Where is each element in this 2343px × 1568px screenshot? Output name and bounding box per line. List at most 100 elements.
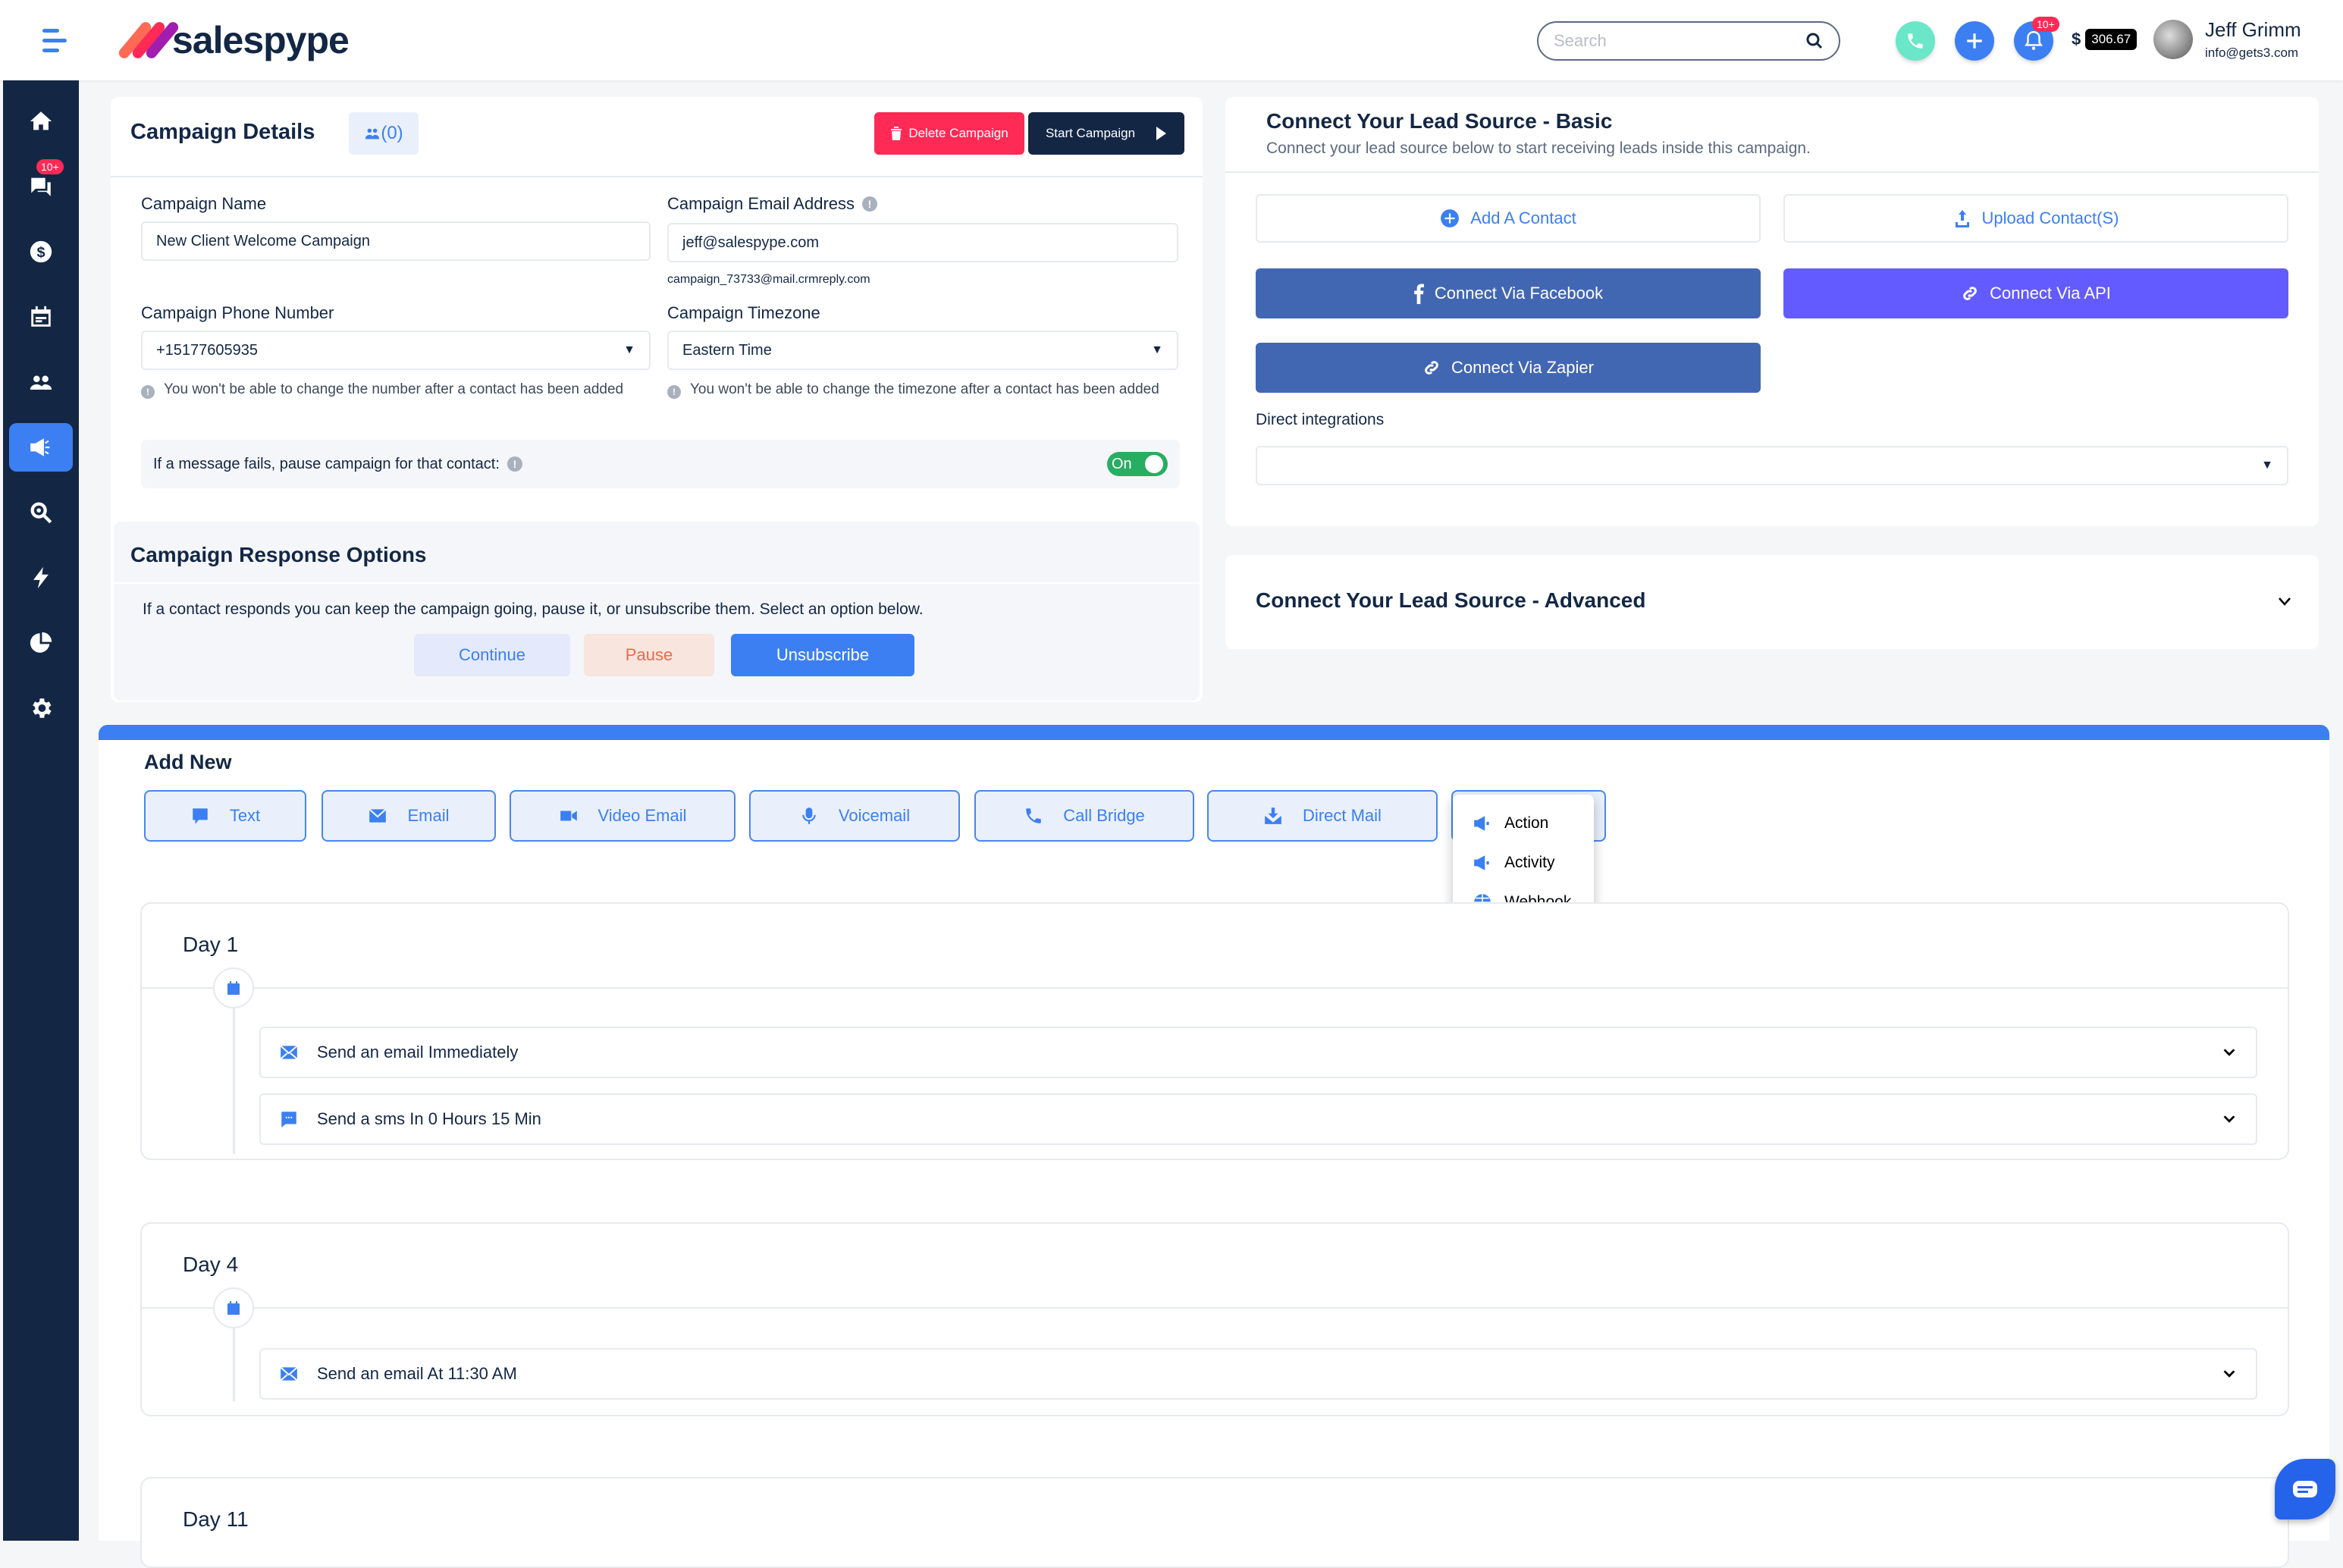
search-zoom-icon <box>30 502 52 524</box>
sms-icon <box>193 808 208 824</box>
toggle-knob <box>1145 455 1163 473</box>
chevron-down-icon[interactable] <box>2221 1366 2238 1382</box>
dropdown-item-action[interactable]: Action <box>1453 804 1594 843</box>
contacts-count-button[interactable]: (0) <box>349 112 419 155</box>
campaign-phone-label: Campaign Phone Number <box>141 303 334 322</box>
start-campaign-button[interactable]: Start Campaign <box>1028 112 1184 155</box>
sidebar-item-calendar[interactable] <box>9 293 73 341</box>
avatar[interactable] <box>2153 20 2193 59</box>
lead-source-advanced-card[interactable]: Connect Your Lead Source - Advanced <box>1225 555 2319 649</box>
brand-logo[interactable]: salespype <box>116 17 350 64</box>
facebook-icon <box>1414 284 1424 304</box>
pause-button[interactable]: Pause <box>584 634 714 676</box>
search-box[interactable] <box>1537 21 1840 61</box>
sidebar-item-campaigns[interactable] <box>9 423 73 472</box>
header-divider <box>111 176 1203 177</box>
sidebar-item-home[interactable] <box>9 97 73 146</box>
add-text-button[interactable]: Text <box>144 790 306 842</box>
pause-toggle[interactable]: On <box>1107 452 1168 476</box>
delete-campaign-button[interactable]: Delete Campaign <box>874 112 1024 155</box>
lead-basic-subtitle: Connect your lead source below to start … <box>1266 140 1811 157</box>
chevron-down-icon[interactable] <box>2278 596 2291 607</box>
phone-hint: ! You won't be able to change the number… <box>141 379 657 400</box>
add-contact-button[interactable]: Add A Contact <box>1256 194 1761 243</box>
sidebar-item-reports[interactable] <box>9 619 73 667</box>
campaign-name-input[interactable]: New Client Welcome Campaign <box>141 221 651 261</box>
unsubscribe-button[interactable]: Unsubscribe <box>731 634 914 676</box>
logo-mark-icon <box>116 20 181 61</box>
chat-widget-button[interactable] <box>2275 1459 2335 1519</box>
search-input[interactable] <box>1554 31 1805 51</box>
day-card: Day 11 <box>140 1477 2289 1568</box>
direct-integrations-select[interactable]: ▼ <box>1256 446 2288 485</box>
info-icon[interactable]: ! <box>507 456 522 472</box>
day-title: Day 1 <box>183 933 239 956</box>
step-row[interactable]: Send a sms In 0 Hours 15 Min <box>259 1093 2257 1145</box>
pie-chart-icon <box>30 632 52 653</box>
notifications-badge: 10+ <box>2032 17 2059 32</box>
user-name[interactable]: Jeff Grimm <box>2205 18 2301 42</box>
step-row[interactable]: Send an email At 11:30 AM <box>259 1348 2257 1400</box>
step-row[interactable]: Send an email Immediately <box>259 1027 2257 1078</box>
mail-download-icon <box>1265 808 1281 824</box>
panel-accent-bar <box>99 725 2329 740</box>
sidebar-item-settings[interactable] <box>9 684 73 732</box>
add-voicemail-button[interactable]: Voicemail <box>749 790 960 842</box>
microphone-icon <box>802 808 816 824</box>
caret-down-icon: ▼ <box>623 343 635 356</box>
campaign-details-title: Campaign Details <box>130 120 315 144</box>
menu-toggle-icon[interactable] <box>42 29 73 52</box>
day-card: Day 4 Send an email At 11:30 AM <box>140 1222 2289 1416</box>
bolt-icon <box>33 566 49 589</box>
video-icon <box>560 811 577 821</box>
sidebar: 10+ $ <box>3 80 79 1541</box>
timezone-hint: ! You won't be able to change the timezo… <box>667 379 1183 400</box>
day-title: Day 4 <box>183 1253 239 1276</box>
direct-integrations-label: Direct integrations <box>1256 411 1385 428</box>
phone-button[interactable] <box>1896 21 1935 61</box>
day-card: Day 1 Send an email Immediately Send a s… <box>140 902 2289 1160</box>
connect-api-button[interactable]: Connect Via API <box>1783 268 2288 318</box>
sidebar-item-billing[interactable]: $ <box>9 227 73 276</box>
info-icon[interactable]: ! <box>862 196 878 212</box>
upload-contacts-button[interactable]: Upload Contact(S) <box>1783 194 2288 243</box>
campaign-email-input[interactable]: jeff@salespype.com <box>667 223 1178 262</box>
response-options-card: Campaign Response Options If a contact r… <box>114 522 1200 701</box>
sidebar-item-contacts[interactable] <box>9 358 73 406</box>
sidebar-item-triggers[interactable] <box>9 554 73 602</box>
campaign-timezone-select[interactable]: Eastern Time ▼ <box>667 331 1178 370</box>
add-video-email-button[interactable]: Video Email <box>510 790 736 842</box>
add-call-bridge-button[interactable]: Call Bridge <box>974 790 1194 842</box>
info-icon: ! <box>141 385 155 399</box>
link-icon <box>1425 361 1438 375</box>
gear-icon <box>33 698 52 718</box>
link-icon <box>1963 287 1977 300</box>
dropdown-item-activity[interactable]: Activity <box>1453 843 1594 883</box>
search-icon[interactable] <box>1805 32 1824 50</box>
chevron-down-icon[interactable] <box>2221 1044 2238 1061</box>
home-icon <box>30 111 52 130</box>
continue-button[interactable]: Continue <box>414 634 570 676</box>
divider <box>1225 171 2319 173</box>
add-email-button[interactable]: Email <box>321 790 496 842</box>
campaign-email-label: Campaign Email Address ! <box>667 194 878 214</box>
connect-facebook-button[interactable]: Connect Via Facebook <box>1256 268 1761 318</box>
top-bar: salespype 10+ $ 306.67 Jeff Grimm info@g… <box>0 0 2343 80</box>
sidebar-item-search[interactable] <box>9 488 73 537</box>
response-options-description: If a contact responds you can keep the c… <box>143 601 924 618</box>
messages-badge: 10+ <box>36 159 64 174</box>
caret-down-icon: ▼ <box>1151 343 1163 356</box>
divider <box>142 1307 2288 1309</box>
user-email: info@gets3.com <box>2205 45 2299 60</box>
add-button[interactable] <box>1955 21 1994 61</box>
chevron-down-icon[interactable] <box>2221 1111 2238 1127</box>
add-direct-mail-button[interactable]: Direct Mail <box>1207 790 1438 842</box>
campaign-phone-select[interactable]: +15177605935 ▼ <box>141 331 651 370</box>
trash-icon <box>891 127 902 140</box>
connect-zapier-button[interactable]: Connect Via Zapier <box>1256 343 1761 393</box>
day-title: Day 11 <box>183 1507 249 1531</box>
timeline-line <box>233 987 235 1154</box>
campaign-name-label: Campaign Name <box>141 194 267 213</box>
balance-currency: $ <box>2072 30 2081 49</box>
upload-icon <box>1955 210 1969 227</box>
